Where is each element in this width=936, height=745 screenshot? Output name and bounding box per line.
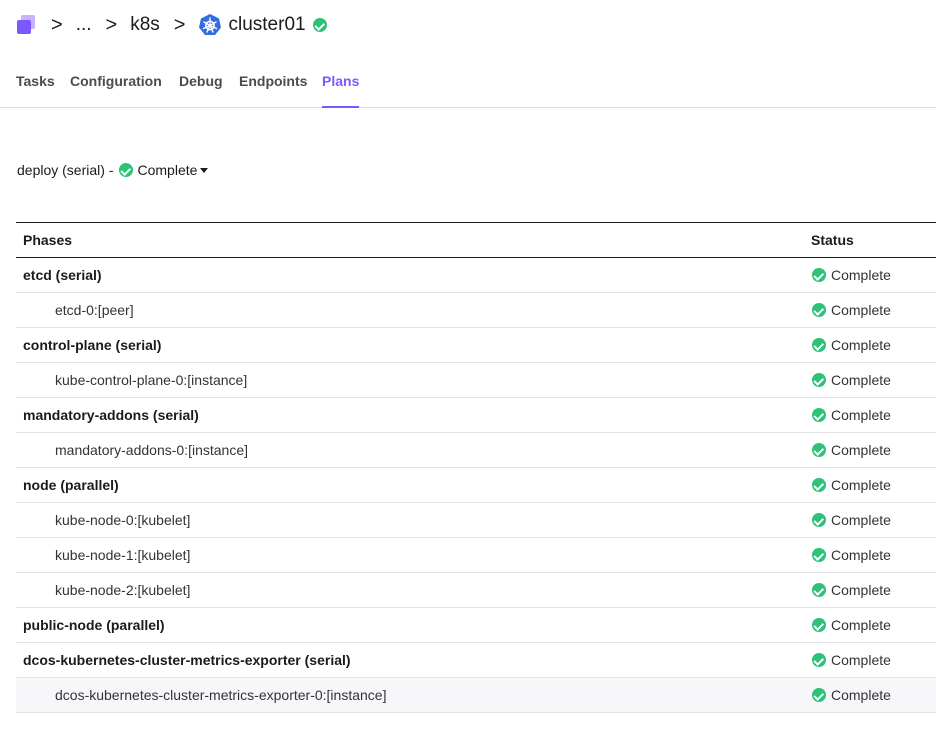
status-label: Complete: [831, 582, 891, 598]
check-circle-icon: [812, 408, 826, 422]
table-row[interactable]: kube-node-0:[kubelet] Complete: [16, 503, 936, 538]
plan-name: deploy (serial) -: [17, 162, 114, 178]
check-circle-icon: [812, 338, 826, 352]
breadcrumb: > ... > k8s > cluster01: [17, 13, 327, 37]
chevron-right-icon: >: [105, 14, 118, 36]
step-name: etcd-0:[peer]: [55, 302, 134, 318]
table-row[interactable]: mandatory-addons (serial) Complete: [16, 398, 936, 433]
status-cell: Complete: [804, 617, 891, 633]
status-cell: Complete: [804, 687, 891, 703]
check-circle-icon: [812, 513, 826, 527]
phase-name: mandatory-addons (serial): [23, 407, 199, 423]
status-cell: Complete: [804, 547, 891, 563]
page-header: > ... > k8s > cluster01: [0, 0, 936, 50]
phases-column-header[interactable]: Phases: [16, 232, 804, 248]
status-label: Complete: [831, 337, 891, 353]
check-circle-icon: [812, 443, 826, 457]
table-row[interactable]: etcd (serial) Complete: [16, 258, 936, 293]
status-cell: Complete: [804, 582, 891, 598]
status-cell: Complete: [804, 442, 891, 458]
phase-name: dcos-kubernetes-cluster-metrics-exporter…: [23, 652, 351, 668]
step-name: kube-control-plane-0:[instance]: [55, 372, 248, 388]
check-circle-icon: [812, 583, 826, 597]
phase-name: control-plane (serial): [23, 337, 162, 353]
status-label: Complete: [831, 617, 891, 633]
check-circle-icon: [812, 653, 826, 667]
status-label: Complete: [831, 407, 891, 423]
table-row[interactable]: public-node (parallel) Complete: [16, 608, 936, 643]
kubernetes-icon: [199, 14, 222, 35]
check-circle-icon: [812, 688, 826, 702]
check-circle-icon: [119, 163, 134, 177]
tab-endpoints[interactable]: Endpoints: [239, 73, 307, 106]
tab-configuration[interactable]: Configuration: [70, 73, 162, 106]
status-label: Complete: [831, 442, 891, 458]
app-logo-icon[interactable]: [17, 15, 37, 35]
status-cell: Complete: [804, 652, 891, 668]
breadcrumb-ellipsis[interactable]: ...: [76, 13, 92, 37]
table-row[interactable]: kube-control-plane-0:[instance] Complete: [16, 363, 936, 398]
phase-name: node (parallel): [23, 477, 119, 493]
table-row[interactable]: dcos-kubernetes-cluster-metrics-exporter…: [16, 643, 936, 678]
status-label: Complete: [831, 652, 891, 668]
step-name: kube-node-0:[kubelet]: [55, 512, 191, 528]
status-column-header[interactable]: Status: [804, 232, 854, 248]
status-cell: Complete: [804, 267, 891, 283]
table-row[interactable]: mandatory-addons-0:[instance] Complete: [16, 433, 936, 468]
status-cell: Complete: [804, 477, 891, 493]
status-cell: Complete: [804, 337, 891, 353]
status-label: Complete: [831, 267, 891, 283]
page-title: cluster01: [228, 14, 306, 35]
status-label: Complete: [831, 302, 891, 318]
status-label: Complete: [831, 477, 891, 493]
caret-down-icon[interactable]: [200, 167, 209, 173]
status-cell: Complete: [804, 302, 891, 318]
step-name: kube-node-2:[kubelet]: [55, 582, 191, 598]
table-header: Phases Status: [16, 223, 936, 258]
status-cell: Complete: [804, 512, 891, 528]
plan-summary: deploy (serial) - Complete: [17, 162, 209, 178]
check-circle-icon: [812, 268, 826, 282]
table-row[interactable]: etcd-0:[peer] Complete: [16, 293, 936, 328]
status-label: Complete: [831, 372, 891, 388]
step-name: dcos-kubernetes-cluster-metrics-exporter…: [55, 687, 387, 703]
step-name: mandatory-addons-0:[instance]: [55, 442, 248, 458]
plan-status-label[interactable]: Complete: [137, 162, 197, 178]
status-cell: Complete: [804, 372, 891, 388]
check-circle-icon: [812, 618, 826, 632]
check-circle-icon: [812, 373, 826, 387]
table-row[interactable]: kube-node-1:[kubelet] Complete: [16, 538, 936, 573]
step-name: kube-node-1:[kubelet]: [55, 547, 191, 563]
status-label: Complete: [831, 547, 891, 563]
plans-table: Phases Status etcd (serial) Complete etcd-…: [16, 222, 936, 713]
phase-name: etcd (serial): [23, 267, 102, 283]
chevron-right-icon: >: [173, 14, 186, 36]
status-cell: Complete: [804, 407, 891, 423]
table-row[interactable]: node (parallel) Complete: [16, 468, 936, 503]
plan-status-dropdown[interactable]: Complete: [137, 162, 209, 178]
tab-tasks[interactable]: Tasks: [16, 73, 55, 106]
check-circle-icon: [812, 303, 826, 317]
check-circle-icon: [812, 548, 826, 562]
tab-plans[interactable]: Plans: [322, 73, 360, 108]
status-label: Complete: [831, 687, 891, 703]
status-label: Complete: [831, 512, 891, 528]
table-row[interactable]: dcos-kubernetes-cluster-metrics-exporter…: [16, 678, 936, 713]
phase-name: public-node (parallel): [23, 617, 165, 633]
table-row[interactable]: kube-node-2:[kubelet] Complete: [16, 573, 936, 608]
tab-debug[interactable]: Debug: [179, 73, 223, 106]
check-circle-icon: [312, 18, 327, 32]
check-circle-icon: [812, 478, 826, 492]
table-row[interactable]: control-plane (serial) Complete: [16, 328, 936, 363]
breadcrumb-parent[interactable]: k8s: [130, 13, 160, 37]
chevron-right-icon: >: [51, 14, 63, 36]
tab-bar: Tasks Configuration Debug Endpoints Plan…: [0, 64, 936, 108]
